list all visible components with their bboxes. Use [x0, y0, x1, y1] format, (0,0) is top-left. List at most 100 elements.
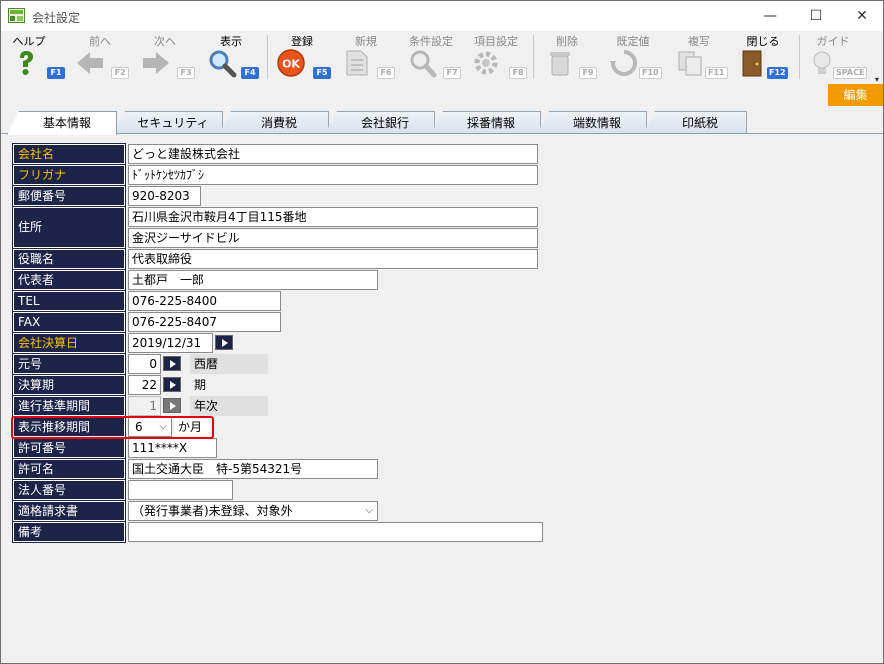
fax-field[interactable]: 076-225-8407 — [128, 312, 281, 332]
job-title-field[interactable]: 代表取締役 — [128, 249, 538, 269]
display-period-unit: か月 — [174, 417, 210, 437]
f4-key-badge: F4 — [241, 67, 259, 79]
register-label: 登録 — [291, 35, 313, 48]
help-button[interactable]: ヘルプ F1 — [7, 31, 65, 83]
fiscal-period-unit: 期 — [194, 378, 207, 392]
previous-button[interactable]: 前へ F2 — [71, 31, 133, 83]
fiscal-period-field[interactable]: 22 — [128, 375, 161, 395]
default-value-button[interactable]: 既定値 F10 — [605, 31, 667, 83]
f2-key-badge: F2 — [111, 67, 129, 79]
address-label: 住所 — [12, 206, 126, 249]
space-key-badge: SPACE — [833, 67, 868, 79]
qualified-invoice-label: 適格請求書 — [12, 500, 126, 522]
magnifier-icon — [209, 50, 237, 78]
fiscal-date-label: 会社決算日 — [12, 332, 126, 354]
fiscal-date-field[interactable]: 2019/12/31 — [128, 333, 213, 353]
arrow-left-icon — [77, 52, 103, 74]
tel-label: TEL — [12, 290, 126, 312]
qualified-invoice-value: （発行事業者)未登録、対象外 — [132, 504, 293, 518]
f3-key-badge: F3 — [177, 67, 195, 79]
postal-code-label: 郵便番号 — [12, 185, 126, 207]
furigana-field[interactable]: ﾄﾞｯﾄｹﾝｾﾂｶﾌﾞｼ — [128, 165, 538, 185]
delete-button[interactable]: 削除 F9 — [539, 31, 601, 83]
app-icon — [8, 8, 25, 23]
minimize-button[interactable]: — — [747, 1, 793, 31]
title-bar: 会社設定 — ☐ ✕ — [1, 1, 883, 31]
license-name-field[interactable]: 国土交通大臣 特-5第54321号 — [128, 459, 378, 479]
fiscal-period-label: 決算期 — [12, 374, 126, 396]
remarks-field[interactable] — [128, 522, 543, 542]
corporate-number-label: 法人番号 — [12, 479, 126, 501]
tab-security[interactable]: セキュリティ — [113, 111, 223, 134]
new-button[interactable]: 新規 F6 — [337, 31, 397, 83]
tab-rounding-info[interactable]: 端数情報 — [537, 111, 647, 134]
era-field[interactable]: 0 — [128, 354, 161, 374]
copy-label: 複写 — [688, 35, 710, 48]
toolbar-separator — [533, 35, 534, 79]
toolbar: ヘルプ F1 前へ F2 次へ F3 表示 F4 登録 OK F5 新規 F6 … — [1, 31, 883, 84]
arrow-right-icon — [143, 52, 169, 74]
reset-icon — [610, 50, 637, 76]
display-period-value: 6 — [135, 420, 143, 434]
f7-key-badge: F7 — [443, 67, 461, 79]
new-document-icon — [346, 50, 368, 76]
era-label: 元号 — [12, 353, 126, 375]
representative-label: 代表者 — [12, 269, 126, 291]
representative-field[interactable]: 土都戸 一郎 — [128, 270, 378, 290]
postal-code-field[interactable]: 920-8203 — [128, 186, 201, 206]
item-settings-icon — [474, 51, 498, 75]
fax-label: FAX — [12, 311, 126, 333]
license-number-label: 許可番号 — [12, 437, 126, 459]
company-name-field[interactable]: どっと建設株式会社 — [128, 144, 538, 164]
job-title-label: 役職名 — [12, 248, 126, 270]
maximize-button[interactable]: ☐ — [793, 1, 839, 31]
tab-company-bank[interactable]: 会社銀行 — [325, 111, 435, 134]
f10-key-badge: F10 — [639, 67, 662, 79]
close-window-button[interactable]: ✕ — [839, 1, 884, 31]
fiscal-period-select-button[interactable] — [163, 377, 181, 392]
guide-button[interactable]: ガイド SPACE — [805, 31, 869, 83]
era-select-button[interactable] — [163, 356, 181, 371]
progress-period-field: 1 — [128, 396, 161, 416]
f1-key-badge: F1 — [47, 67, 65, 79]
tab-underline — [1, 133, 883, 134]
close-door-icon — [742, 50, 762, 77]
next-button[interactable]: 次へ F3 — [137, 31, 199, 83]
f11-key-badge: F11 — [705, 67, 728, 79]
qualified-invoice-select[interactable]: （発行事業者)未登録、対象外 ⌵ — [128, 501, 378, 521]
license-name-label: 許可名 — [12, 458, 126, 480]
tel-field[interactable]: 076-225-8400 — [128, 291, 281, 311]
display-period-select[interactable]: 6 ⌵ — [128, 417, 172, 437]
condition-search-icon — [410, 50, 437, 78]
tab-bar: 基本情報 セキュリティ 消費税 会社銀行 採番情報 端数情報 印紙税 — [1, 111, 883, 135]
license-number-field[interactable]: 111****X — [128, 438, 217, 458]
next-label: 次へ — [154, 35, 176, 48]
view-button[interactable]: 表示 F4 — [203, 31, 263, 83]
trash-icon — [550, 52, 570, 76]
tab-consumption-tax[interactable]: 消費税 — [219, 111, 329, 134]
copy-icon — [678, 51, 702, 76]
toolbar-overflow-arrow[interactable]: ▾ — [875, 75, 879, 84]
f6-key-badge: F6 — [377, 67, 395, 79]
tab-basic-info[interactable]: 基本情報 — [7, 111, 117, 135]
f5-key-badge: F5 — [313, 67, 331, 79]
address-line1-field[interactable]: 石川県金沢市鞍月4丁目115番地 — [128, 207, 538, 227]
tab-stamp-tax[interactable]: 印紙税 — [643, 111, 747, 134]
new-label: 新規 — [355, 35, 377, 48]
item-settings-button[interactable]: 項目設定 F8 — [467, 31, 529, 83]
furigana-label: フリガナ — [12, 164, 126, 186]
condition-settings-button[interactable]: 条件設定 F7 — [403, 31, 463, 83]
register-button[interactable]: 登録 OK F5 — [273, 31, 333, 83]
edit-button[interactable]: 編集 — [828, 84, 883, 106]
condition-settings-label: 条件設定 — [409, 35, 453, 48]
tab-numbering-info[interactable]: 採番情報 — [431, 111, 541, 134]
item-settings-label: 項目設定 — [474, 35, 518, 48]
close-button[interactable]: 閉じる F12 — [735, 31, 797, 83]
address-line2-field[interactable]: 金沢ジーサイドビル — [128, 228, 538, 248]
toolbar-separator — [267, 35, 268, 79]
fiscal-date-picker-button[interactable] — [215, 335, 233, 350]
corporate-number-field[interactable] — [128, 480, 233, 500]
svg-text:OK: OK — [282, 58, 300, 71]
help-label: ヘルプ — [12, 35, 46, 48]
copy-button[interactable]: 複写 F11 — [671, 31, 733, 83]
